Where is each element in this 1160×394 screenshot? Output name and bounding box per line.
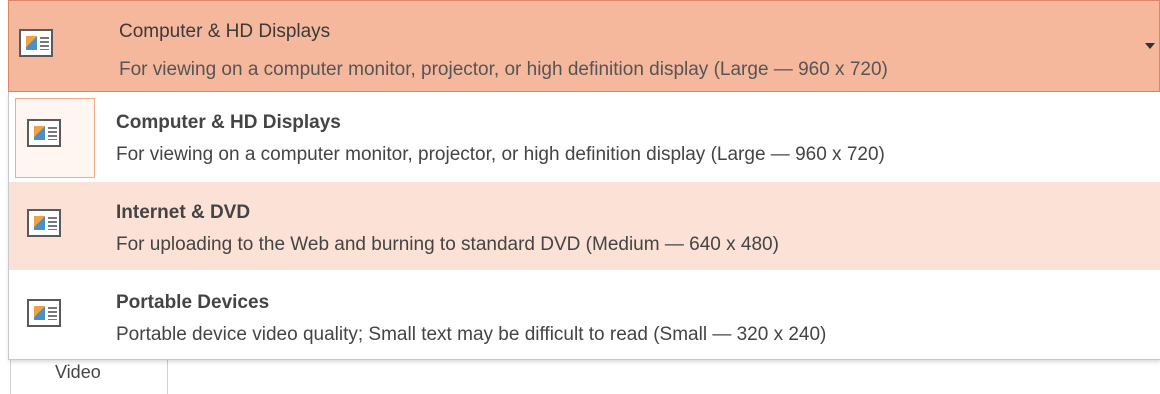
slide-size-icon — [27, 299, 61, 327]
option-description: For viewing on a computer monitor, proje… — [116, 144, 885, 165]
slide-size-icon — [19, 29, 53, 57]
option-description: Portable device video quality; Small tex… — [116, 324, 827, 345]
video-tab[interactable]: Video — [10, 356, 168, 394]
option-title: Portable Devices — [116, 292, 270, 313]
combo-description: For viewing on a computer monitor, proje… — [119, 59, 888, 80]
quality-combo-box[interactable]: Computer & HD Displays For viewing on a … — [8, 0, 1160, 92]
export-quality-stage: Video Computer & HD Displays For viewing… — [0, 0, 1160, 394]
combo-title: Computer & HD Displays — [119, 21, 331, 42]
slide-size-icon — [27, 119, 61, 147]
option-portable-devices[interactable]: Portable Devices Portable device video q… — [9, 272, 1160, 360]
video-tab-label: Video — [55, 362, 101, 382]
option-title: Internet & DVD — [116, 202, 251, 223]
quality-dropdown-list: Computer & HD Displays For viewing on a … — [8, 92, 1160, 360]
option-internet-dvd[interactable]: Internet & DVD For uploading to the Web … — [9, 182, 1160, 270]
chevron-down-icon[interactable] — [1145, 43, 1155, 49]
option-description: For uploading to the Web and burning to … — [116, 234, 779, 255]
option-title: Computer & HD Displays — [116, 112, 341, 133]
option-computer-hd-displays[interactable]: Computer & HD Displays For viewing on a … — [9, 92, 1160, 180]
slide-size-icon — [27, 209, 61, 237]
